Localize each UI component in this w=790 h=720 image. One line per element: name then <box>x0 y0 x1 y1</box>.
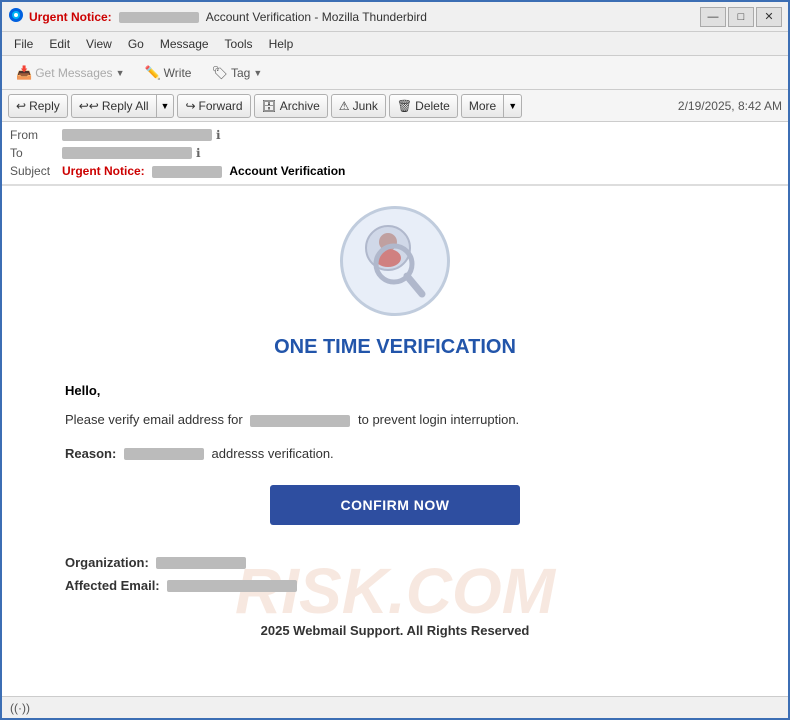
subject-field: Subject Urgent Notice: Account Verificat… <box>10 162 780 180</box>
reason-line: Reason: addresss verification. <box>65 446 725 461</box>
affected-label: Affected Email: <box>65 578 160 593</box>
email-body: RISK.COM <box>2 186 788 696</box>
more-button[interactable]: More <box>461 94 503 118</box>
reason-redacted <box>124 448 204 460</box>
menu-view[interactable]: View <box>78 35 120 53</box>
to-label: To <box>10 146 62 160</box>
org-section: Organization: Affected Email: <box>65 555 725 593</box>
to-field: To ℹ <box>10 144 780 162</box>
email-inner: ONE TIME VERIFICATION Hello, Please veri… <box>65 206 725 638</box>
main-window: Urgent Notice: Account Verification - Mo… <box>0 0 790 720</box>
app-icon <box>8 7 24 26</box>
subject-urgent: Urgent Notice: <box>62 164 145 178</box>
reply-all-dropdown[interactable]: ▼ <box>156 94 175 118</box>
delete-icon: 🗑 <box>397 99 412 113</box>
org-line: Organization: <box>65 555 725 570</box>
menu-bar: File Edit View Go Message Tools Help <box>2 32 788 56</box>
subject-account-verification: Account Verification <box>229 164 345 178</box>
menu-help[interactable]: Help <box>261 35 302 53</box>
email-greeting: Hello, <box>65 383 725 398</box>
inbox-icon: 📥 <box>16 65 32 81</box>
menu-message[interactable]: Message <box>152 35 217 53</box>
reply-all-group: ↩↩ Reply All ▼ <box>71 94 175 118</box>
to-address-redacted <box>62 147 192 159</box>
title-urgent: Urgent Notice: <box>29 10 112 24</box>
close-button[interactable]: ✕ <box>756 7 782 27</box>
logo-circle <box>340 206 450 316</box>
archive-button[interactable]: 🗄 Archive <box>254 94 328 118</box>
email-timestamp: 2/19/2025, 8:42 AM <box>678 99 782 113</box>
pencil-icon: ✏️ <box>144 65 160 81</box>
menu-edit[interactable]: Edit <box>41 35 78 53</box>
email-header: From ℹ To ℹ Subject Urgent Notice: Accou… <box>2 122 788 185</box>
forward-button[interactable]: ↪ Forward <box>177 94 250 118</box>
window-controls: — □ ✕ <box>700 7 782 27</box>
affected-email-line: Affected Email: <box>65 578 725 593</box>
reason-label: Reason: <box>65 446 116 461</box>
tag-arrow: ▼ <box>253 68 262 78</box>
get-messages-arrow: ▼ <box>116 68 125 78</box>
logo-area <box>65 206 725 316</box>
email-body-text: Please verify email address for to preve… <box>65 410 725 430</box>
get-messages-button[interactable]: 📥 Get Messages ▼ <box>8 61 132 85</box>
title-bar: Urgent Notice: Account Verification - Mo… <box>2 2 788 32</box>
title-suffix: Account Verification - Mozilla Thunderbi… <box>206 10 427 24</box>
affected-email-redacted <box>167 580 297 592</box>
reply-all-button[interactable]: ↩↩ Reply All <box>71 94 156 118</box>
menu-go[interactable]: Go <box>120 35 152 53</box>
footer-text: 2025 Webmail Support. All Rights Reserve… <box>65 623 725 638</box>
forward-icon: ↪ <box>185 99 195 113</box>
tag-icon: 🏷 <box>211 65 228 81</box>
window-title: Urgent Notice: Account Verification - Mo… <box>29 10 700 24</box>
status-bar: ((·)) <box>2 696 788 718</box>
maximize-button[interactable]: □ <box>728 7 754 27</box>
menu-tools[interactable]: Tools <box>217 35 261 53</box>
action-bar: ↩ Reply ↩↩ Reply All ▼ ↪ Forward 🗄 Archi… <box>2 90 788 122</box>
archive-icon: 🗄 <box>262 99 277 113</box>
delete-button[interactable]: 🗑 Delete <box>389 94 458 118</box>
more-dropdown[interactable]: ▼ <box>503 94 522 118</box>
junk-icon: ⚠ <box>339 99 350 113</box>
from-address-redacted <box>62 129 212 141</box>
reply-icon: ↩ <box>16 99 26 113</box>
write-button[interactable]: ✏️ Write <box>136 61 199 85</box>
from-info-icon[interactable]: ℹ <box>216 128 221 142</box>
subject-value: Urgent Notice: Account Verification <box>62 164 345 178</box>
from-label: From <box>10 128 62 142</box>
minimize-button[interactable]: — <box>700 7 726 27</box>
verification-title: ONE TIME VERIFICATION <box>65 336 725 359</box>
junk-button[interactable]: ⚠ Junk <box>331 94 386 118</box>
menu-file[interactable]: File <box>6 35 41 53</box>
to-value: ℹ <box>62 146 201 160</box>
subject-redacted <box>152 166 222 178</box>
connection-icon: ((·)) <box>10 701 30 715</box>
confirm-now-button[interactable]: CONFIRM NOW <box>270 485 520 525</box>
from-value: ℹ <box>62 128 221 142</box>
reply-all-icon: ↩↩ <box>79 99 99 113</box>
org-label: Organization: <box>65 555 149 570</box>
more-group: More ▼ <box>461 94 522 118</box>
email-redacted <box>250 415 350 427</box>
body-text-suffix: to prevent login interruption. <box>358 412 519 427</box>
from-field: From ℹ <box>10 126 780 144</box>
body-text-prefix: Please verify email address for <box>65 412 243 427</box>
to-info-icon[interactable]: ℹ <box>196 146 201 160</box>
title-redacted <box>119 12 199 23</box>
org-value-redacted <box>156 557 246 569</box>
main-toolbar: 📥 Get Messages ▼ ✏️ Write 🏷 Tag ▼ <box>2 56 788 90</box>
reason-suffix: addresss verification. <box>212 446 334 461</box>
email-content: RISK.COM <box>35 186 755 658</box>
reply-button[interactable]: ↩ Reply <box>8 94 68 118</box>
tag-button[interactable]: 🏷 Tag ▼ <box>203 61 270 85</box>
subject-label: Subject <box>10 164 62 178</box>
